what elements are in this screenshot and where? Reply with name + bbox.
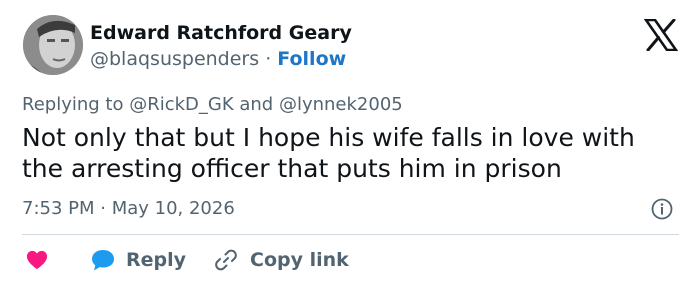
copy-link-label: Copy link xyxy=(250,249,349,271)
speech-bubble-icon xyxy=(92,250,114,271)
follow-button[interactable]: Follow xyxy=(277,48,346,70)
reply-button[interactable]: Reply xyxy=(90,248,186,272)
avatar[interactable] xyxy=(23,15,83,75)
heart-icon xyxy=(26,250,48,270)
author-handle[interactable]: @blaqsuspenders xyxy=(90,48,259,70)
author-name[interactable]: Edward Ratchford Geary xyxy=(90,22,352,44)
reply-label: Reply xyxy=(126,249,187,271)
avatar-photo xyxy=(23,15,83,75)
author-handle-line: @blaqsuspenders · Follow xyxy=(90,48,346,70)
tweet-text: Not only that but I hope his wife falls … xyxy=(22,123,635,183)
x-logo-icon[interactable] xyxy=(644,19,678,51)
copy-link-button[interactable]: Copy link xyxy=(214,248,349,272)
separator-dot: · xyxy=(265,48,272,70)
link-icon xyxy=(215,249,237,271)
tweet-timestamp[interactable]: 7:53 PM · May 10, 2026 xyxy=(22,198,235,219)
replying-to: Replying to @RickD_GK and @lynnek2005 xyxy=(22,94,403,115)
like-button[interactable] xyxy=(22,249,48,271)
info-icon[interactable] xyxy=(651,198,673,220)
action-bar: Reply Copy link xyxy=(22,247,349,273)
divider xyxy=(22,234,679,235)
